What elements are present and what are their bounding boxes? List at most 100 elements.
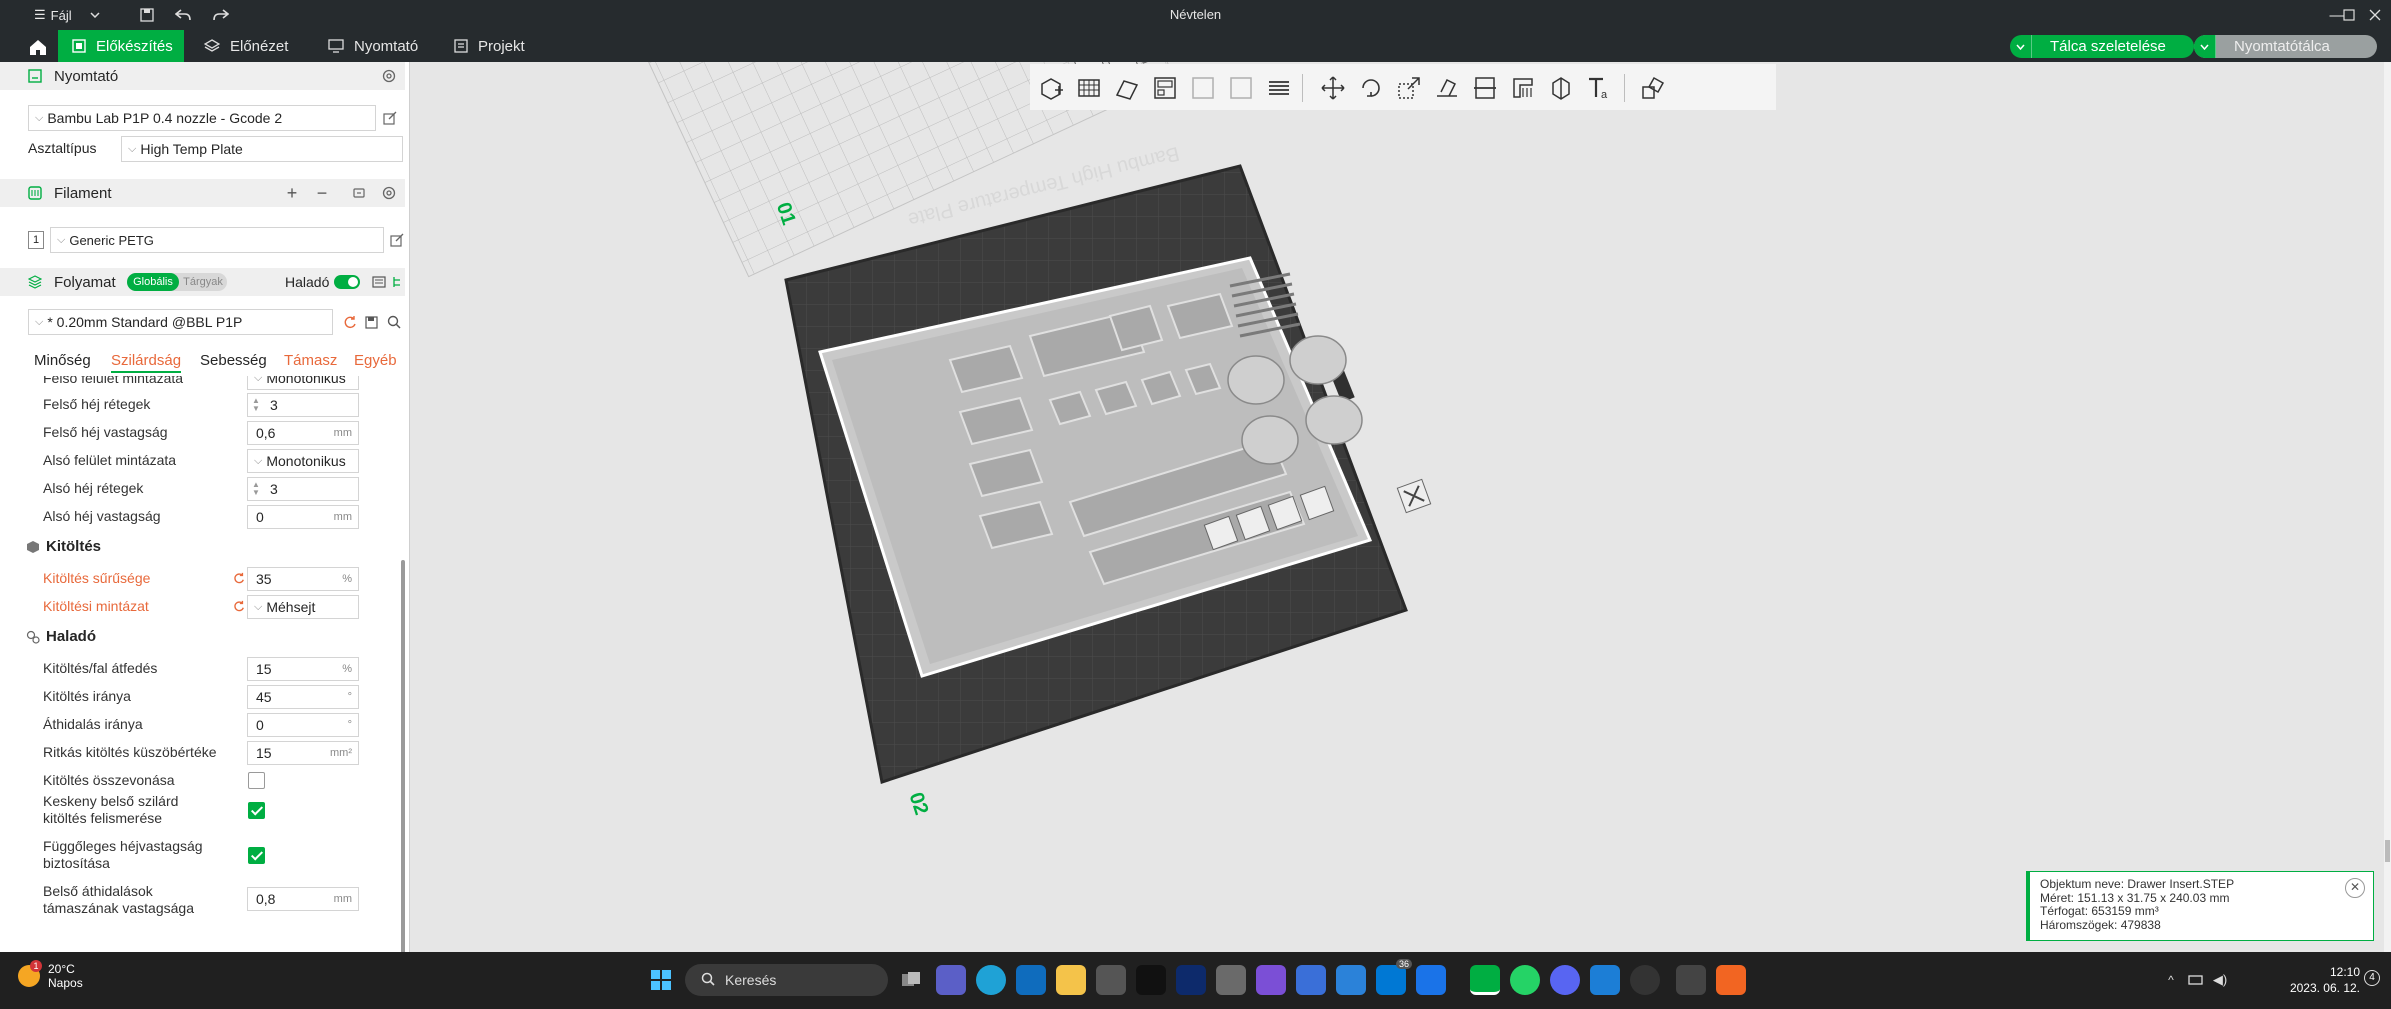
toggle-objects[interactable]: Tárgyak <box>181 273 225 291</box>
edge-icon[interactable] <box>976 965 1006 995</box>
combine-checkbox[interactable] <box>248 772 265 789</box>
task-view-icon[interactable] <box>896 965 926 995</box>
spinner-icon[interactable]: ▲ ▼ <box>252 397 262 413</box>
reset-icon[interactable] <box>341 313 359 331</box>
gear-icon[interactable] <box>380 67 398 85</box>
sparse-input[interactable]: 15 mm² <box>247 741 359 765</box>
reset-icon[interactable] <box>232 571 246 585</box>
notification-badge[interactable]: 4 <box>2364 970 2380 986</box>
onshape-icon[interactable] <box>1590 965 1620 995</box>
print-plate-button[interactable]: Nyomtatótálca <box>2194 35 2377 58</box>
process-profile-select[interactable]: ⌵ * 0.20mm Standard @BBL P1P <box>28 309 333 335</box>
tab-preview[interactable]: Előnézet <box>190 30 310 62</box>
tool-icon[interactable] <box>1676 965 1706 995</box>
assembly-view-icon[interactable] <box>1636 71 1670 105</box>
fusion-icon[interactable] <box>1716 965 1746 995</box>
file-explorer-icon[interactable] <box>1056 965 1086 995</box>
3d-viewport[interactable]: 01 Bambu High Temperature Plate 02 a <box>410 62 2391 952</box>
chevron-down-icon[interactable] <box>2010 35 2032 58</box>
scale-icon[interactable] <box>1392 71 1426 105</box>
network-icon[interactable] <box>2184 965 2208 995</box>
edit-icon[interactable] <box>381 109 399 127</box>
remove-icon[interactable]: − <box>313 183 331 203</box>
tab-project[interactable]: Projekt <box>440 30 560 62</box>
close-button[interactable] <box>2360 3 2390 27</box>
toggle-global[interactable]: Globális <box>127 273 179 291</box>
undo-button[interactable] <box>172 3 194 27</box>
infill-density-input[interactable]: 35 % <box>247 567 359 591</box>
split-parts-icon[interactable] <box>1224 71 1258 105</box>
discord-icon[interactable] <box>1550 965 1580 995</box>
printer-profile-select[interactable]: ⌵ Bambu Lab P1P 0.4 nozzle - Gcode 2 <box>28 105 376 131</box>
bottom-pattern-select[interactable]: ⌵ Monotonikus <box>247 449 359 473</box>
lay-on-face-icon[interactable] <box>1430 71 1464 105</box>
taskbar-search[interactable]: Keresés <box>685 964 888 996</box>
arrange-icon[interactable] <box>1148 71 1182 105</box>
reset-icon[interactable] <box>232 599 246 613</box>
viewport-layer-slider[interactable] <box>2384 62 2391 952</box>
file-menu-chevron[interactable] <box>86 3 104 27</box>
settings-scrollbar[interactable] <box>401 560 405 998</box>
speedtest-icon[interactable] <box>1630 965 1660 995</box>
list-icon[interactable] <box>370 273 388 291</box>
sync-icon[interactable] <box>350 184 368 202</box>
bridge-input[interactable]: 0 ° <box>247 713 359 737</box>
tray-chevron-icon[interactable]: ^ <box>2162 965 2180 995</box>
file-menu[interactable]: ☰ Fájl <box>28 3 78 27</box>
top-layers-input[interactable]: ▲ ▼ 3 <box>247 393 359 417</box>
search-icon[interactable] <box>385 313 403 331</box>
slice-plate-button[interactable]: Tálca szeletelése <box>2010 35 2194 58</box>
layers-icon[interactable] <box>1262 71 1296 105</box>
direction-input[interactable]: 45 ° <box>247 685 359 709</box>
subtab-strength[interactable]: Szilárdság <box>111 352 182 373</box>
build-plate-scene[interactable]: 01 Bambu High Temperature Plate 02 <box>410 62 2391 952</box>
internal-bridge-input[interactable]: 0,8 mm <box>247 887 359 911</box>
top-pattern-select[interactable]: ⌵ Monotonikus <box>247 376 359 390</box>
teams-icon[interactable] <box>936 965 966 995</box>
cut-icon[interactable] <box>1468 71 1502 105</box>
calendar-icon[interactable] <box>1416 965 1446 995</box>
calculator-icon[interactable] <box>1096 965 1126 995</box>
narrow-checkbox[interactable] <box>248 802 265 819</box>
bambu-studio-icon[interactable] <box>1470 965 1500 995</box>
rotate-icon[interactable] <box>1354 71 1388 105</box>
media-icon[interactable] <box>1296 965 1326 995</box>
store-icon[interactable] <box>1336 965 1366 995</box>
taskbar-clock[interactable]: 12:10 2023. 06. 12. <box>2278 964 2360 996</box>
advanced-switch[interactable] <box>334 275 360 289</box>
tab-prepare[interactable]: Előkészítés <box>58 30 184 62</box>
bottom-thickness-input[interactable]: 0 mm <box>247 505 359 529</box>
plate-02[interactable]: Bambu High Temperature Plate <box>784 142 1408 784</box>
disney-icon[interactable] <box>1176 965 1206 995</box>
save-button[interactable] <box>136 3 158 27</box>
chevron-down-icon[interactable] <box>2194 35 2216 58</box>
start-icon[interactable] <box>646 965 676 995</box>
overlap-input[interactable]: 15 % <box>247 657 359 681</box>
text-tool-icon[interactable]: a <box>1582 71 1616 105</box>
layer-slider-handle[interactable] <box>2385 840 2390 862</box>
seam-paint-icon[interactable] <box>1544 71 1578 105</box>
top-thickness-input[interactable]: 0,6 mm <box>247 421 359 445</box>
support-paint-icon[interactable] <box>1506 71 1540 105</box>
add-plate-icon[interactable] <box>1072 71 1106 105</box>
plate-type-select[interactable]: ⌵ High Temp Plate <box>121 136 403 162</box>
bottom-layers-input[interactable]: ▲ ▼ 3 <box>247 477 359 501</box>
add-object-icon[interactable] <box>1034 71 1068 105</box>
gear-icon[interactable] <box>380 184 398 202</box>
outlook-icon[interactable] <box>1016 965 1046 995</box>
whatsapp-icon[interactable] <box>1510 965 1540 995</box>
global-objects-toggle[interactable]: Globális Tárgyak <box>127 273 227 291</box>
tree-icon[interactable] <box>389 273 407 291</box>
infill-pattern-select[interactable]: ⌵ Méhsejt <box>247 595 359 619</box>
spinner-icon[interactable]: ▲ ▼ <box>252 481 262 497</box>
split-objects-icon[interactable] <box>1186 71 1220 105</box>
home-button[interactable] <box>18 34 58 60</box>
vpn-icon[interactable] <box>1216 965 1246 995</box>
mail-icon[interactable]: 36 <box>1376 959 1412 995</box>
subtab-support[interactable]: Támasz <box>284 352 337 369</box>
photos-icon[interactable] <box>1256 965 1286 995</box>
tab-printer[interactable]: Nyomtató <box>314 30 444 62</box>
add-icon[interactable]: + <box>283 183 301 203</box>
subtab-other[interactable]: Egyéb <box>354 352 397 369</box>
weather-widget[interactable]: 1 20°C Napos <box>18 960 83 990</box>
